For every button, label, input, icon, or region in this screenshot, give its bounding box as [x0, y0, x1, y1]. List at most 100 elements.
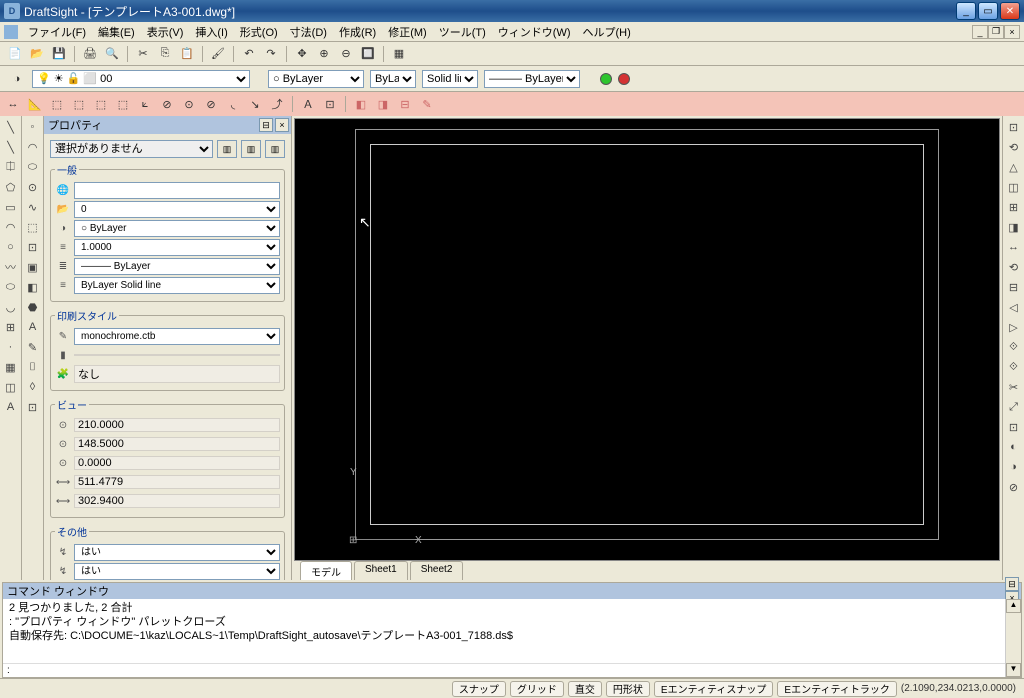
menu-window[interactable]: ウィンドウ(W) — [492, 22, 577, 42]
copy-icon[interactable]: ⎘ — [156, 45, 174, 63]
linetype-field[interactable]: ——— ByLayer — [74, 258, 280, 275]
t2-3-icon[interactable]: ⬭ — [24, 158, 42, 176]
sb-ortho[interactable]: 直交 — [568, 681, 602, 697]
insert-icon[interactable]: ⊞ — [2, 318, 20, 336]
t2-1-icon[interactable]: ◦ — [24, 118, 42, 136]
ellipsearc-icon[interactable]: ◡ — [2, 298, 20, 316]
dimstyle-icon[interactable]: ✎ — [418, 95, 436, 113]
selection-combo[interactable]: 選択がありません — [50, 140, 213, 158]
menu-dim[interactable]: 寸法(D) — [284, 22, 333, 42]
preview-icon[interactable]: 🔍 — [103, 45, 121, 63]
brush-icon[interactable]: 🖌 — [209, 45, 227, 63]
undo-icon[interactable]: ↶ — [240, 45, 258, 63]
r9-icon[interactable]: ⊟ — [1005, 278, 1023, 296]
hatch-icon[interactable]: ▦ — [2, 358, 20, 376]
r8-icon[interactable]: ⟲ — [1005, 258, 1023, 276]
mdi-min[interactable]: _ — [972, 25, 988, 39]
sb-grid[interactable]: グリッド — [510, 681, 564, 697]
tol-icon[interactable]: ⊡ — [321, 95, 339, 113]
r5-icon[interactable]: ⊞ — [1005, 198, 1023, 216]
circle-icon[interactable]: ○ — [2, 238, 20, 256]
pan-icon[interactable]: ✥ — [293, 45, 311, 63]
menu-insert[interactable]: 挿入(I) — [189, 22, 233, 42]
zoom-out-icon[interactable]: ⊖ — [337, 45, 355, 63]
layer-select[interactable]: 💡 ☀ 🔓 ⬜ 00 — [32, 70, 250, 88]
menu-file[interactable]: ファイル(F) — [22, 22, 92, 42]
ctb-field[interactable]: monochrome.ctb — [74, 328, 280, 345]
menu-help[interactable]: ヘルプ(H) — [577, 22, 637, 42]
prop-pin-icon[interactable]: ⊟ — [259, 118, 273, 132]
open-icon[interactable]: 📂 — [28, 45, 46, 63]
r4-icon[interactable]: ◫ — [1005, 178, 1023, 196]
r13-icon[interactable]: ⟐ — [1005, 358, 1023, 376]
xline-icon[interactable]: ╲ — [2, 138, 20, 156]
mdi-close[interactable]: × — [1004, 25, 1020, 39]
sel-btn3[interactable]: ▥ — [265, 140, 285, 158]
color-field[interactable]: ○ ByLayer — [74, 220, 280, 237]
leader-icon[interactable]: Ａ — [299, 95, 317, 113]
t2-4-icon[interactable]: ⊙ — [24, 178, 42, 196]
linetype-select[interactable]: ——— ByLayer — [484, 70, 580, 88]
dim-cen-icon[interactable]: ⊙ — [180, 95, 198, 113]
region-icon[interactable]: ◫ — [2, 378, 20, 396]
menu-tools[interactable]: ツール(T) — [433, 22, 492, 42]
minimize-button[interactable]: _ — [956, 2, 976, 20]
t2-5-icon[interactable]: ∿ — [24, 198, 42, 216]
r12-icon[interactable]: ⟐ — [1005, 338, 1023, 356]
t2-13-icon[interactable]: ⌷ — [24, 358, 42, 376]
r3-icon[interactable]: △ — [1005, 158, 1023, 176]
r1-icon[interactable]: ⊡ — [1005, 118, 1023, 136]
dim-ang-icon[interactable]: ⟀ — [136, 95, 154, 113]
layer-color-icon[interactable]: ◑ — [8, 70, 26, 88]
dim-cont-icon[interactable]: ↘ — [246, 95, 264, 113]
dimupdate-icon[interactable]: ⊟ — [396, 95, 414, 113]
sel-btn2[interactable]: ▥ — [241, 140, 261, 158]
new-icon[interactable]: 📄 — [6, 45, 24, 63]
t2-15-icon[interactable]: ⊡ — [24, 398, 42, 416]
t2-7-icon[interactable]: ⊡ — [24, 238, 42, 256]
t2-10-icon[interactable]: ⬣ — [24, 298, 42, 316]
r10-icon[interactable]: ◁ — [1005, 298, 1023, 316]
drawing-canvas[interactable]: Y X ⊞ ↖ — [294, 118, 1000, 561]
tab-sheet2[interactable]: Sheet2 — [410, 561, 464, 580]
dim-base-icon[interactable]: ⤴ — [268, 95, 286, 113]
r2-icon[interactable]: ⟲ — [1005, 138, 1023, 156]
zoom-in-icon[interactable]: ⊕ — [315, 45, 333, 63]
sel-btn1[interactable]: ▥ — [217, 140, 237, 158]
tab-model[interactable]: モデル — [300, 561, 352, 580]
other1-field[interactable]: はい — [74, 544, 280, 561]
close-button[interactable]: ✕ — [1000, 2, 1020, 20]
t2-6-icon[interactable]: ⬚ — [24, 218, 42, 236]
r18-icon[interactable]: ◑ — [1005, 458, 1023, 476]
rect-icon[interactable]: ▭ — [2, 198, 20, 216]
cut-icon[interactable]: ✂ — [134, 45, 152, 63]
dim-ord-icon[interactable]: ⬚ — [92, 95, 110, 113]
cmd-scrollbar[interactable]: ▲ ▼ — [1005, 599, 1021, 677]
sb-esnap[interactable]: Eエンティティスナップ — [654, 681, 773, 697]
print-icon[interactable]: 🖨 — [81, 45, 99, 63]
r11-icon[interactable]: ▷ — [1005, 318, 1023, 336]
cmd-input[interactable] — [3, 664, 1005, 677]
hyperlink-field[interactable] — [74, 182, 280, 199]
r15-icon[interactable]: ⤢ — [1005, 398, 1023, 416]
dim-aligned-icon[interactable]: ⬚ — [48, 95, 66, 113]
menu-draw[interactable]: 作成(R) — [333, 22, 382, 42]
save-icon[interactable]: 💾 — [50, 45, 68, 63]
lineweight-select[interactable]: ByLayer — [370, 70, 416, 88]
r7-icon[interactable]: ↔ — [1005, 238, 1023, 256]
scroll-down-icon[interactable]: ▼ — [1006, 663, 1021, 677]
t2-2-icon[interactable]: ◠ — [24, 138, 42, 156]
tab-sheet1[interactable]: Sheet1 — [354, 561, 408, 580]
spline-icon[interactable]: 〰 — [2, 258, 20, 276]
dimedit-icon[interactable]: ◧ — [352, 95, 370, 113]
r19-icon[interactable]: ⊘ — [1005, 478, 1023, 496]
linestyle-field[interactable]: ByLayer Solid line — [74, 277, 280, 294]
prop-close-icon[interactable]: × — [275, 118, 289, 132]
color-select[interactable]: ○ ByLayer — [268, 70, 364, 88]
dim-dia-icon[interactable]: ⊘ — [158, 95, 176, 113]
arc-icon[interactable]: ◠ — [2, 218, 20, 236]
maximize-button[interactable]: ▭ — [978, 2, 998, 20]
dim-arc-icon[interactable]: ◟ — [224, 95, 242, 113]
t2-9-icon[interactable]: ◧ — [24, 278, 42, 296]
t2-11-icon[interactable]: A — [24, 318, 42, 336]
